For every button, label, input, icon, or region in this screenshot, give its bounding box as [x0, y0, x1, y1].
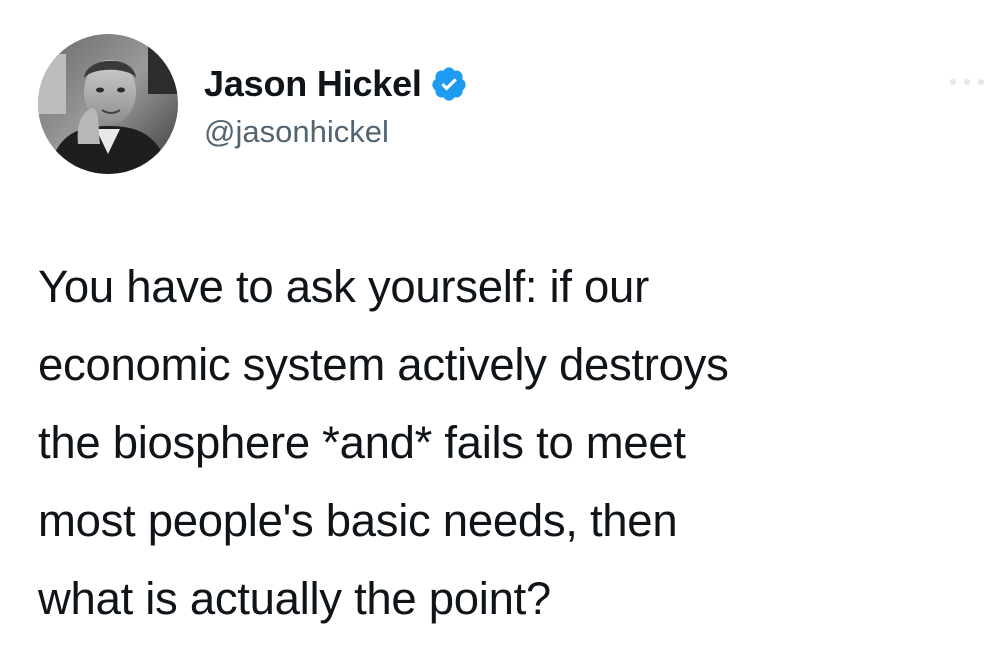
avatar-photo-icon [38, 34, 178, 174]
avatar[interactable] [38, 34, 178, 174]
dot-icon [978, 79, 984, 85]
tweet-text: You have to ask yourself: if our economi… [38, 261, 729, 624]
more-options-icon[interactable] [950, 72, 984, 92]
dot-icon [950, 79, 956, 85]
tweet-card: Jason Hickel @jasonhickel You have to as… [0, 0, 998, 670]
display-name[interactable]: Jason Hickel [204, 62, 422, 106]
author-handle[interactable]: @jasonhickel [204, 112, 389, 152]
author-name-row: Jason Hickel [204, 62, 468, 106]
dot-icon [964, 79, 970, 85]
verified-badge-icon [430, 65, 468, 103]
